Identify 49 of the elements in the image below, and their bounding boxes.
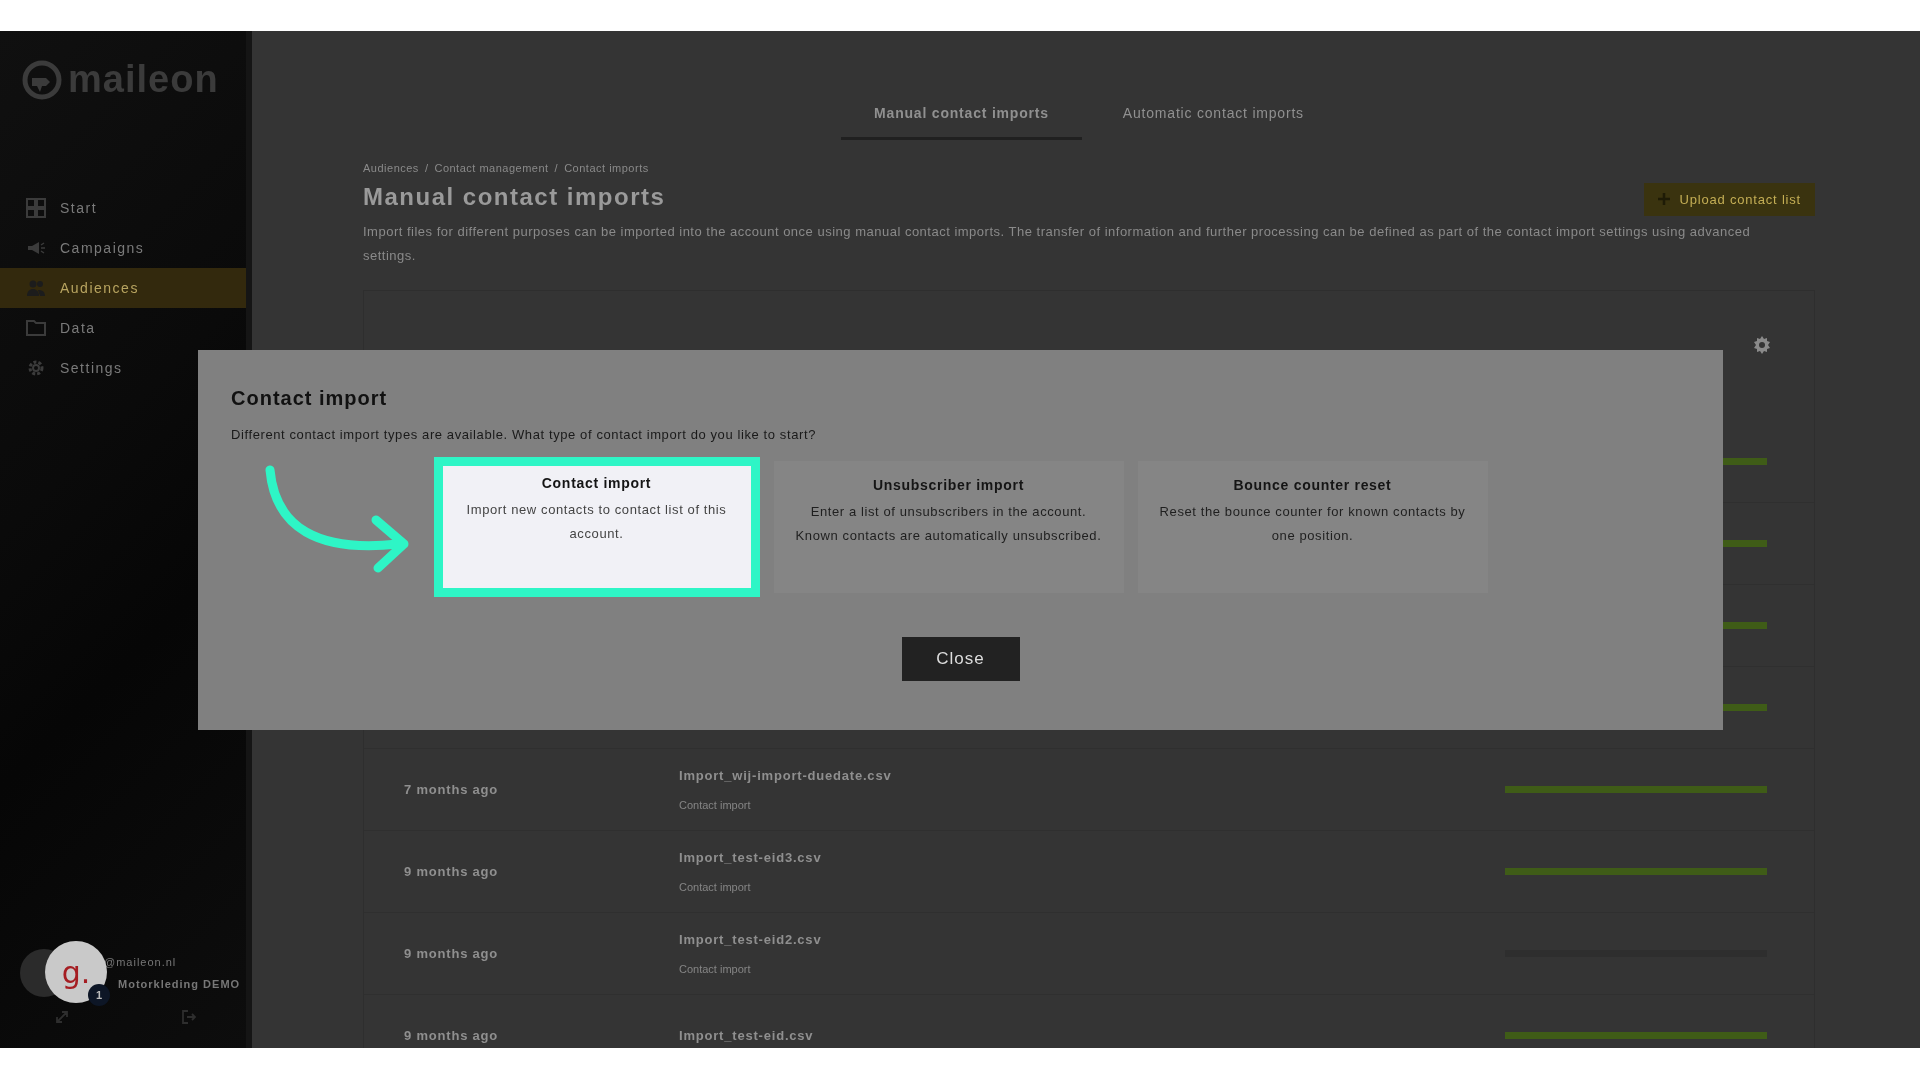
file-name[interactable]: Import_test-eid2.csv bbox=[679, 929, 1505, 949]
gear-icon bbox=[26, 358, 46, 378]
breadcrumb-link[interactable]: Contact imports bbox=[564, 160, 649, 177]
import-type: Contact import bbox=[679, 880, 752, 895]
breadcrumb-link[interactable]: Contact management bbox=[434, 160, 549, 177]
option-description: Import new contacts to contact list of this account. bbox=[465, 500, 728, 543]
account-name: Motorkleding DEMO bbox=[118, 977, 241, 992]
modal-subtitle: Different contact import types are available. What type of contact import do you like to start? bbox=[231, 426, 817, 444]
import-age: 9 months ago bbox=[404, 862, 500, 881]
sidebar-item[interactable]: Campaigns bbox=[0, 228, 246, 268]
option-title: Unsubscriber import bbox=[873, 475, 1024, 495]
page-title: Manual contact imports bbox=[363, 182, 666, 212]
import-option[interactable]: Contact import Import new contacts to contact list of this account. bbox=[433, 456, 760, 597]
import-option[interactable]: Bounce counter reset Reset the bounce counter for known contacts by one position. bbox=[1137, 460, 1488, 593]
option-description: Enter a list of unsubscribers in the account. Known contacts are automatically unsubscribed. bbox=[794, 502, 1103, 545]
file-name[interactable]: Import_wij-import-duedate.csv bbox=[679, 765, 1505, 785]
notification-badge: 1 bbox=[88, 984, 110, 1006]
sidebar-item[interactable]: Audiences bbox=[0, 268, 246, 308]
option-title: Contact import bbox=[541, 473, 652, 493]
import-age: 7 months ago bbox=[404, 780, 500, 799]
breadcrumb-link[interactable]: Audiences bbox=[363, 160, 419, 177]
import-option[interactable]: Unsubscriber import Enter a list of unsubscribers in the account. Known contacts are automatically unsubscribed. bbox=[773, 460, 1124, 593]
grid-icon bbox=[26, 198, 46, 218]
sidebar-item[interactable]: Settings bbox=[0, 348, 246, 388]
sidebar-item[interactable]: Start bbox=[0, 188, 246, 228]
upload-button[interactable]: Upload contact list bbox=[1643, 182, 1815, 216]
option-description: Reset the bounce counter for known contacts by one position. bbox=[1158, 502, 1467, 545]
breadcrumb-separator: / bbox=[554, 161, 559, 176]
plus-icon bbox=[1657, 193, 1670, 206]
close-button[interactable]: Close bbox=[901, 636, 1020, 681]
logo-icon bbox=[22, 59, 62, 100]
import-type: Contact import bbox=[679, 962, 752, 977]
tab[interactable]: Manual contact imports bbox=[841, 89, 1082, 140]
modal-title: Contact import bbox=[231, 386, 389, 410]
option-title: Bounce counter reset bbox=[1233, 475, 1392, 495]
file-name[interactable]: Import_test-eid3.csv bbox=[679, 847, 1505, 867]
page-description: Import files for different purposes can be imported into the account once using manual contact imports. The transfer of information and further processing can be defined as part of the contact import settings using advanced settings. bbox=[363, 223, 1752, 265]
import-age: 9 months ago bbox=[404, 1026, 500, 1045]
breadcrumb-separator: / bbox=[424, 161, 429, 176]
folder-icon bbox=[26, 318, 46, 338]
import-type: Contact import bbox=[679, 798, 752, 813]
import-age: 9 months ago bbox=[404, 944, 500, 963]
file-name[interactable]: Import_test-eid.csv bbox=[679, 1025, 1505, 1046]
user-email: @maileon.nl bbox=[104, 955, 177, 970]
settings-icon[interactable] bbox=[1752, 335, 1772, 355]
sidebar-item[interactable]: Data bbox=[0, 308, 246, 348]
expand-icon[interactable] bbox=[54, 1009, 70, 1025]
tab[interactable]: Automatic contact imports bbox=[1089, 89, 1337, 140]
logout-icon[interactable] bbox=[180, 1009, 196, 1025]
